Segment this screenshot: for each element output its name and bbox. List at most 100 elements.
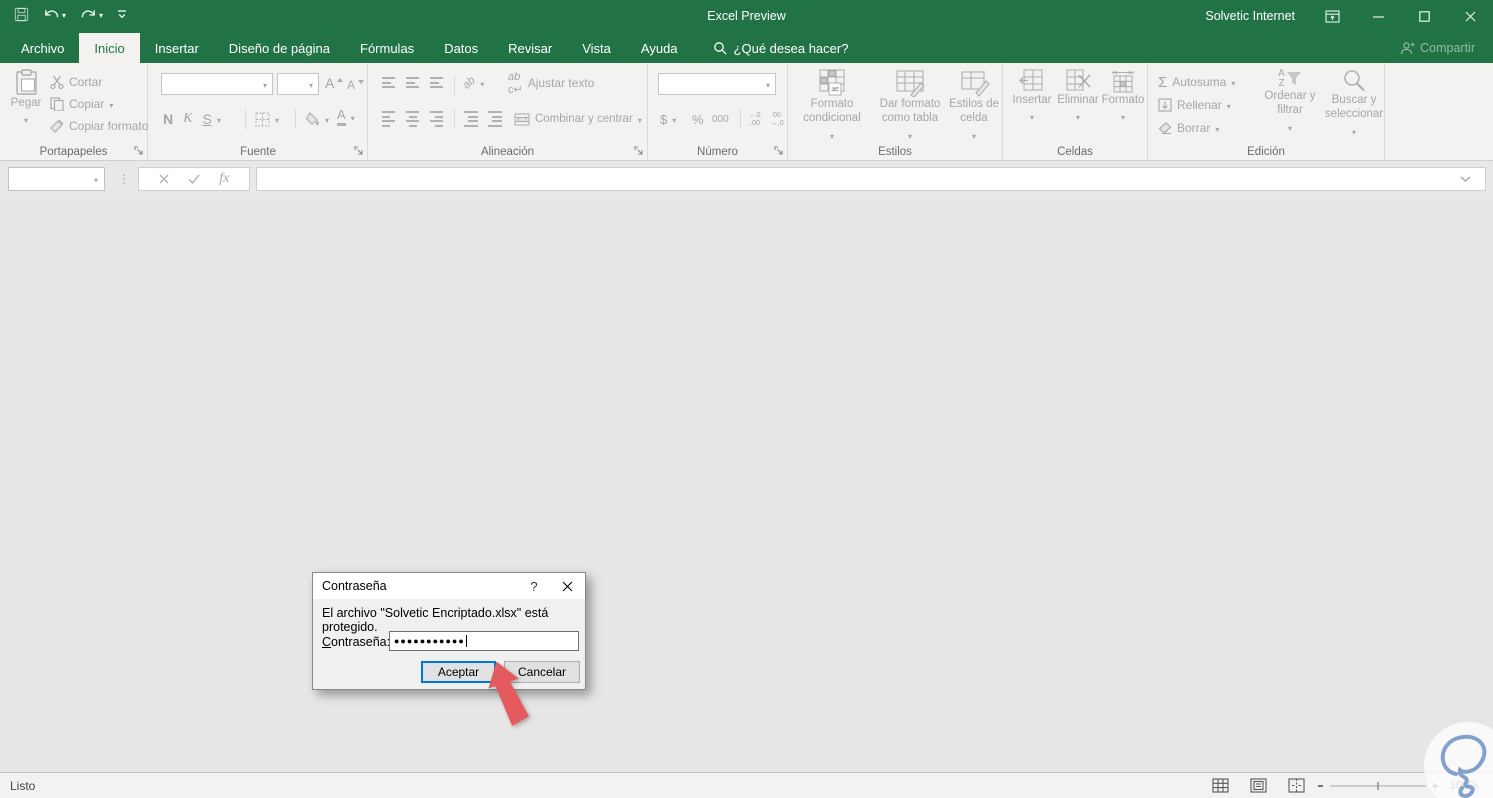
decrease-font-size-icon[interactable]: A xyxy=(347,75,365,95)
clear-button[interactable]: Borrar xyxy=(1158,118,1219,138)
fill-button[interactable]: Rellenar xyxy=(1158,95,1231,115)
decrease-indent-icon[interactable] xyxy=(464,111,478,127)
font-name-combo[interactable] xyxy=(161,73,273,95)
currency-format-button[interactable]: $ xyxy=(660,109,676,129)
password-input[interactable]: ●●●●●●●●●●● xyxy=(389,631,579,651)
minimize-button[interactable] xyxy=(1355,0,1401,33)
tab-insertar[interactable]: Insertar xyxy=(140,33,214,63)
borders-dropdown-icon[interactable] xyxy=(275,110,279,128)
conditional-formatting-button[interactable]: Formato condicional xyxy=(796,69,868,144)
cells-group-title: Celdas xyxy=(1057,146,1093,158)
tab-diseno-de-pagina[interactable]: Diseño de página xyxy=(214,33,345,63)
paste-dropdown-icon[interactable] xyxy=(24,110,28,128)
align-top-icon[interactable] xyxy=(382,77,395,88)
normal-view-icon[interactable] xyxy=(1212,778,1229,793)
underline-dropdown-icon[interactable] xyxy=(217,110,221,128)
align-middle-icon[interactable] xyxy=(406,77,419,88)
tab-archivo[interactable]: Archivo xyxy=(6,33,79,63)
font-color-dropdown-icon[interactable] xyxy=(351,108,355,126)
dialog-help-icon[interactable]: ? xyxy=(519,579,549,594)
align-left-icon[interactable] xyxy=(382,111,395,127)
formula-input[interactable] xyxy=(256,167,1486,191)
tab-datos[interactable]: Datos xyxy=(429,33,493,63)
autosum-button[interactable]: Σ Autosuma xyxy=(1158,72,1235,92)
conditional-formatting-dropdown-icon[interactable] xyxy=(830,126,834,144)
delete-cells-button[interactable]: Eliminar xyxy=(1056,69,1100,125)
borders-button[interactable] xyxy=(255,109,279,129)
formula-bar-resize-handle[interactable]: ⋮ xyxy=(118,167,130,191)
align-center-icon[interactable] xyxy=(406,111,419,127)
format-painter-button[interactable]: Copiar formato xyxy=(50,116,148,136)
find-select-dropdown-icon[interactable] xyxy=(1352,122,1356,140)
underline-button[interactable]: S xyxy=(202,111,211,127)
share-button[interactable]: Compartir xyxy=(1400,33,1475,63)
ribbon-display-options-button[interactable] xyxy=(1309,0,1355,33)
close-button[interactable] xyxy=(1447,0,1493,33)
delete-cells-dropdown-icon[interactable] xyxy=(1076,107,1080,125)
percent-style-icon[interactable]: % xyxy=(692,109,704,129)
currency-icon: $ xyxy=(660,111,668,127)
page-break-preview-icon[interactable] xyxy=(1288,778,1305,793)
bold-button[interactable]: N xyxy=(163,111,173,127)
increase-font-size-icon[interactable]: A xyxy=(325,73,344,93)
cell-styles-dropdown-icon[interactable] xyxy=(972,126,976,144)
font-dialog-launcher-icon[interactable] xyxy=(354,146,364,156)
tab-vista[interactable]: Vista xyxy=(567,33,626,63)
find-select-button[interactable]: Buscar y seleccionar xyxy=(1325,69,1383,140)
maximize-button[interactable] xyxy=(1401,0,1447,33)
comma-style-icon[interactable]: 000 xyxy=(712,109,729,129)
increase-indent-icon[interactable] xyxy=(488,111,502,127)
expand-formula-bar-icon[interactable] xyxy=(1460,176,1471,182)
dialog-title-bar[interactable]: Contraseña ? xyxy=(313,573,585,599)
orientation-button[interactable]: ab xyxy=(461,73,484,93)
tab-inicio[interactable]: Inicio xyxy=(79,33,140,63)
tell-me-search[interactable]: ¿Qué desea hacer? xyxy=(713,33,848,63)
copy-button[interactable]: Copiar xyxy=(50,94,113,114)
dialog-close-icon[interactable] xyxy=(549,573,585,599)
number-dialog-launcher-icon[interactable] xyxy=(774,146,784,156)
sort-filter-button[interactable]: AZ Ordenar y filtrar xyxy=(1256,69,1324,136)
merge-center-dropdown-icon[interactable] xyxy=(638,110,642,128)
fill-color-button[interactable] xyxy=(305,109,329,129)
align-bottom-icon[interactable] xyxy=(430,77,443,88)
wrap-text-button[interactable]: ab c↵ Ajustar texto xyxy=(508,71,594,96)
tab-formulas[interactable]: Fórmulas xyxy=(345,33,429,63)
font-size-combo[interactable] xyxy=(277,73,319,95)
insert-cells-dropdown-icon[interactable] xyxy=(1030,107,1034,125)
copy-dropdown-icon[interactable] xyxy=(109,95,113,113)
font-color-button[interactable]: A xyxy=(337,107,355,127)
alignment-dialog-launcher-icon[interactable] xyxy=(634,146,644,156)
tab-revisar[interactable]: Revisar xyxy=(493,33,567,63)
format-cells-dropdown-icon[interactable] xyxy=(1121,107,1125,125)
clear-dropdown-icon[interactable] xyxy=(1215,119,1219,137)
cell-styles-button[interactable]: Estilos de celda xyxy=(948,69,1000,144)
enter-entry-icon[interactable] xyxy=(188,174,200,184)
dialog-message: El archivo "Solvetic Encriptado.xlsx" es… xyxy=(322,606,549,634)
currency-dropdown-icon[interactable] xyxy=(672,110,676,128)
name-box[interactable] xyxy=(8,167,105,191)
cut-button[interactable]: Cortar xyxy=(50,72,102,92)
number-format-combo[interactable] xyxy=(658,73,776,95)
format-as-table-dropdown-icon[interactable] xyxy=(908,126,912,144)
sort-filter-dropdown-icon[interactable] xyxy=(1288,118,1292,136)
tab-ayuda[interactable]: Ayuda xyxy=(626,33,693,63)
paste-button[interactable]: Pegar xyxy=(6,69,46,128)
insert-function-icon[interactable]: fx xyxy=(219,171,229,187)
autosum-dropdown-icon[interactable] xyxy=(1231,73,1235,91)
insert-cells-button[interactable]: Insertar xyxy=(1011,69,1053,125)
page-layout-view-icon[interactable] xyxy=(1250,778,1267,793)
decrease-decimal-icon[interactable]: 00 →,0 xyxy=(770,111,784,126)
align-right-icon[interactable] xyxy=(430,111,443,127)
italic-button[interactable]: K xyxy=(183,111,192,127)
increase-decimal-icon[interactable]: ←0,00 xyxy=(749,111,761,126)
fill-color-dropdown-icon[interactable] xyxy=(325,110,329,128)
format-as-table-button[interactable]: Dar formato como tabla xyxy=(872,69,948,144)
merge-center-button[interactable]: Combinar y centrar xyxy=(514,109,642,129)
clipboard-dialog-launcher-icon[interactable] xyxy=(134,146,144,156)
orientation-dropdown-icon[interactable] xyxy=(480,74,484,92)
cell-styles-icon xyxy=(961,71,990,97)
cancel-entry-icon[interactable] xyxy=(159,174,169,184)
fill-dropdown-icon[interactable] xyxy=(1227,96,1231,114)
format-cells-button[interactable]: Formato xyxy=(1102,69,1144,125)
account-name[interactable]: Solvetic Internet xyxy=(1205,9,1295,23)
